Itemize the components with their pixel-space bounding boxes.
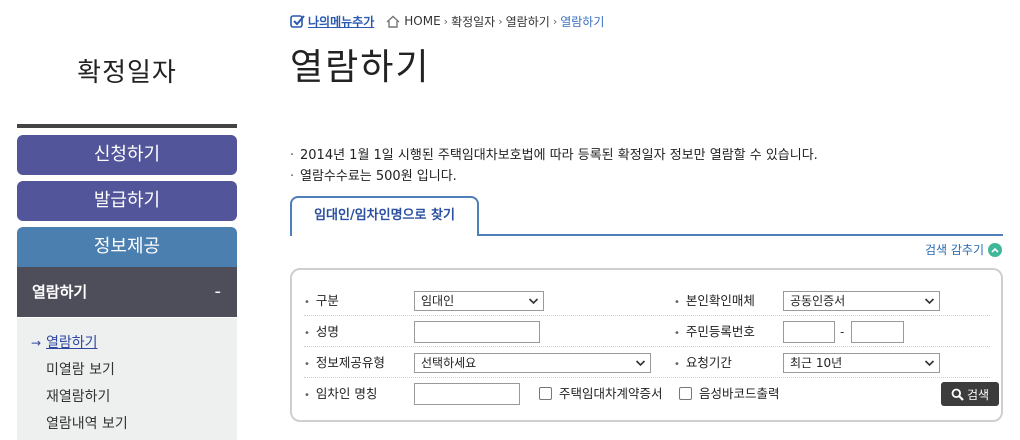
sidebar-item-apply[interactable]: 신청하기 <box>17 135 237 175</box>
id-medium-select-value: 공동인증서 <box>790 294 846 308</box>
tenant-name-label: • 임차인 명칭 <box>304 379 377 411</box>
notice-text: 2014년 1월 1일 시행된 주택임대차보호법에 따라 등록된 확정일자 정보… <box>300 148 818 163</box>
info-type-label-text: 정보제공유형 <box>315 355 385 370</box>
tab-search-by-name[interactable]: 임대인/임차인명으로 찾기 <box>290 196 479 236</box>
sidebar-subitem-view[interactable]: → 열람하기 <box>17 332 237 359</box>
period-label-text: 요청기간 <box>685 355 732 370</box>
tenant-name-input[interactable] <box>414 383 520 405</box>
bullet-icon: • <box>304 359 310 370</box>
bullet-icon: • <box>304 390 310 401</box>
sidebar-submenu-title: 열람하기 <box>32 283 88 301</box>
sidebar-subitem-review[interactable]: 재열람하기 <box>17 386 237 413</box>
id-medium-select[interactable]: 공동인증서 <box>783 291 940 311</box>
home-link[interactable]: HOME <box>386 14 441 28</box>
period-select-value: 최근 10년 <box>790 356 843 370</box>
info-type-select-value: 선택하세요 <box>421 356 477 370</box>
bullet-icon: • <box>304 328 310 339</box>
search-button-label: 검색 <box>966 387 990 402</box>
add-my-menu-link[interactable]: 나의메뉴추가 <box>290 13 374 30</box>
checkbox-check-icon <box>290 15 305 28</box>
bullet-icon: · <box>290 148 295 163</box>
info-type-select[interactable]: 선택하세요 <box>414 353 651 373</box>
breadcrumb-item[interactable]: 열람하기 <box>506 13 550 30</box>
search-form: • 구분 임대인 • 본인확인매체 공동인증서 • 성명 • 주민등록번호 - • 정보제… <box>290 268 1003 422</box>
home-icon <box>386 15 400 28</box>
tenant-name-label-text: 임차인 명칭 <box>315 386 378 401</box>
name-label-text: 성명 <box>315 324 339 339</box>
breadcrumb-separator-icon: › <box>498 14 503 28</box>
form-row: • 정보제공유형 선택하세요 • 요청기간 최근 10년 <box>304 348 990 378</box>
search-button[interactable]: 검색 <box>941 382 999 406</box>
period-label: • 요청기간 <box>674 348 732 380</box>
hide-search-toggle[interactable]: 검색 감추기 <box>925 241 1002 258</box>
chevron-down-icon <box>528 298 539 305</box>
breadcrumb-separator-icon: › <box>443 14 449 28</box>
voice-barcode-checkbox[interactable] <box>679 387 692 400</box>
sidebar-submenu-header[interactable]: 열람하기 - <box>17 267 237 317</box>
rrn-front-input[interactable] <box>783 321 835 343</box>
search-icon <box>951 388 964 401</box>
notice-item: · 2014년 1월 1일 시행된 주택임대차보호법에 따라 등록된 확정일자 정… <box>290 145 818 166</box>
sidebar-subitem-history[interactable]: 열람내역 보기 <box>17 413 237 440</box>
add-my-menu-label: 나의메뉴추가 <box>308 14 375 29</box>
form-row: • 임차인 명칭 주택임대차계약증서 음성바코드출력 검색 <box>304 379 999 411</box>
chevron-down-icon <box>635 360 646 367</box>
form-row: • 성명 • 주민등록번호 - <box>304 317 990 347</box>
bullet-icon: · <box>290 169 295 184</box>
chevron-up-icon <box>988 242 1002 257</box>
bullet-icon: • <box>674 359 680 370</box>
rrn-back-input[interactable] <box>851 321 904 343</box>
breadcrumb-current: 열람하기 <box>560 14 605 29</box>
breadcrumb: 나의메뉴추가 HOME › 확정일자 › 열람하기 › 열람하기 <box>290 11 604 31</box>
division-select[interactable]: 임대인 <box>414 291 544 311</box>
voice-barcode-label[interactable]: 음성바코드출력 <box>699 379 780 409</box>
chevron-down-icon <box>924 298 935 305</box>
sidebar-item-issue[interactable]: 발급하기 <box>17 181 237 221</box>
sidebar-submenu-list: → 열람하기 미열람 보기 재열람하기 열람내역 보기 <box>17 318 237 440</box>
rrn-label: • 주민등록번호 <box>674 317 755 349</box>
bullet-icon: • <box>304 297 310 308</box>
id-medium-label: • 본인확인매체 <box>674 286 755 318</box>
period-select[interactable]: 최근 10년 <box>783 353 940 373</box>
lease-contract-label[interactable]: 주택임대차계약증서 <box>559 379 663 409</box>
sidebar-subitem-label: 열람하기 <box>46 335 98 351</box>
rrn-dash: - <box>840 325 845 339</box>
division-label: • 구분 <box>304 286 339 318</box>
id-medium-label-text: 본인확인매체 <box>685 293 755 308</box>
sidebar-title: 확정일자 <box>77 58 177 88</box>
breadcrumb-separator-icon: › <box>552 14 558 28</box>
notice-item: · 열람수수료는 500원 입니다. <box>290 166 818 187</box>
info-type-label: • 정보제공유형 <box>304 348 385 380</box>
bullet-icon: • <box>674 328 680 339</box>
division-select-value: 임대인 <box>421 294 455 308</box>
lease-contract-checkbox[interactable] <box>539 387 552 400</box>
notice-list: · 2014년 1월 1일 시행된 주택임대차보호법에 따라 등록된 확정일자 정… <box>290 145 818 187</box>
page-title: 열람하기 <box>290 47 431 88</box>
sidebar-item-info-provision[interactable]: 정보제공 <box>17 227 237 267</box>
division-label-text: 구분 <box>315 293 339 308</box>
sidebar: 확정일자 신청하기 발급하기 정보제공 열람하기 - → 열람하기 미열람 보기 … <box>17 0 237 440</box>
rrn-label-text: 주민등록번호 <box>685 324 755 339</box>
bullet-icon: • <box>674 297 680 308</box>
name-label: • 성명 <box>304 317 339 349</box>
sidebar-divider <box>17 124 237 128</box>
chevron-down-icon <box>924 360 935 367</box>
arrow-right-icon: → <box>31 336 42 350</box>
notice-text: 열람수수료는 500원 입니다. <box>300 169 457 184</box>
hide-search-label: 검색 감추기 <box>924 243 984 257</box>
home-label: HOME <box>404 14 441 28</box>
breadcrumb-item[interactable]: 확정일자 <box>451 13 495 30</box>
collapse-toggle-icon[interactable]: - <box>215 267 222 317</box>
form-row: • 구분 임대인 • 본인확인매체 공동인증서 <box>304 286 990 316</box>
sidebar-subitem-unviewed[interactable]: 미열람 보기 <box>17 359 237 386</box>
name-input[interactable] <box>414 321 540 343</box>
